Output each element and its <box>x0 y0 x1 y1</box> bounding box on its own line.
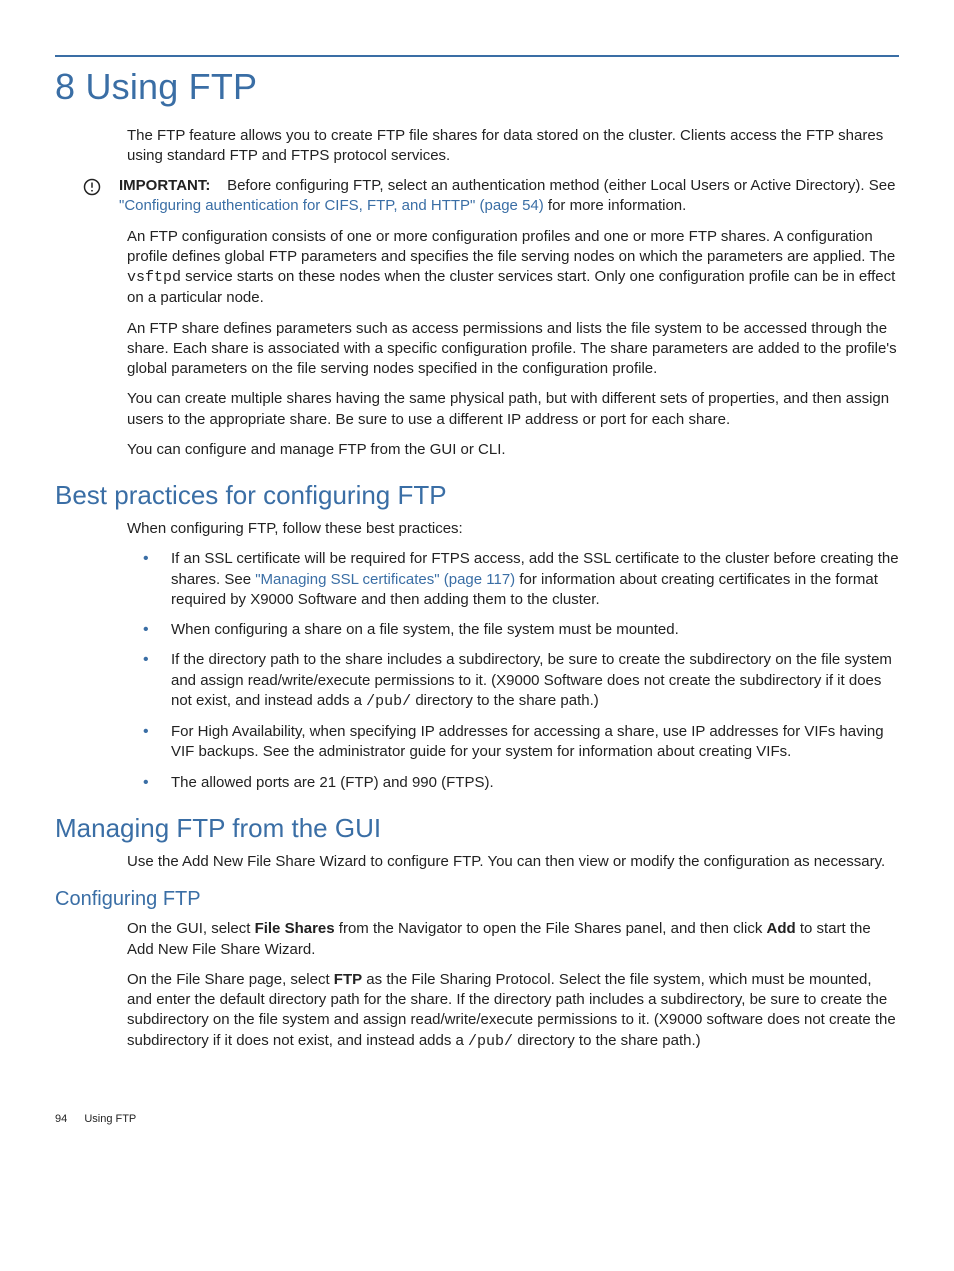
best-practices-list: If an SSL certificate will be required f… <box>55 549 899 793</box>
p2b: service starts on these nodes when the c… <box>127 268 895 306</box>
pub-dir-code: /pub/ <box>366 693 411 710</box>
list-item: When configuring a share on a file syste… <box>143 620 899 640</box>
page-number: 94 <box>55 1112 67 1127</box>
chapter-title: 8 Using FTP <box>55 63 899 112</box>
page-footer: 94 Using FTP <box>55 1112 899 1127</box>
list-item: The allowed ports are 21 (FTP) and 990 (… <box>143 773 899 793</box>
pub-dir-code-2: /pub/ <box>468 1033 513 1050</box>
best-practices-intro: When configuring FTP, follow these best … <box>127 519 899 539</box>
p2a: An FTP configuration consists of one or … <box>127 228 895 265</box>
b3b: directory to the share path.) <box>411 692 599 709</box>
paragraph-ftp-share: An FTP share defines parameters such as … <box>127 319 899 380</box>
chapter-name: Using FTP <box>85 66 257 107</box>
important-post: for more information. <box>544 197 687 214</box>
paragraph-multiple-shares: You can create multiple shares having th… <box>127 389 899 430</box>
cp1a: On the GUI, select <box>127 920 255 937</box>
list-item: If the directory path to the share inclu… <box>143 650 899 712</box>
list-item: For High Availability, when specifying I… <box>143 722 899 763</box>
configuring-p1: On the GUI, select File Shares from the … <box>127 919 899 960</box>
managing-gui-intro: Use the Add New File Share Wizard to con… <box>127 852 899 872</box>
important-admonition: IMPORTANT: Before configuring FTP, selec… <box>83 176 899 217</box>
add-bold: Add <box>767 920 796 937</box>
important-text: IMPORTANT: Before configuring FTP, selec… <box>119 176 899 217</box>
managing-gui-heading: Managing FTP from the GUI <box>55 811 899 846</box>
important-icon <box>83 178 101 202</box>
configuring-ftp-heading: Configuring FTP <box>55 886 899 913</box>
cp1b: from the Navigator to open the File Shar… <box>335 920 767 937</box>
paragraph-config-profiles: An FTP configuration consists of one or … <box>127 227 899 309</box>
important-label: IMPORTANT: <box>119 177 210 194</box>
chapter-number: 8 <box>55 66 75 107</box>
footer-title: Using FTP <box>84 1113 136 1125</box>
ftp-bold: FTP <box>334 971 362 988</box>
cp2a: On the File Share page, select <box>127 971 334 988</box>
cp2c: directory to the share path.) <box>513 1032 701 1049</box>
auth-config-link[interactable]: "Configuring authentication for CIFS, FT… <box>119 197 544 214</box>
file-shares-bold: File Shares <box>255 920 335 937</box>
intro-paragraph: The FTP feature allows you to create FTP… <box>127 126 899 167</box>
top-rule <box>55 55 899 57</box>
configuring-p2: On the File Share page, select FTP as th… <box>127 970 899 1052</box>
important-pre: Before configuring FTP, select an authen… <box>227 177 895 194</box>
ssl-cert-link[interactable]: "Managing SSL certificates" (page 117) <box>255 571 515 588</box>
vsftpd-code: vsftpd <box>127 269 181 286</box>
paragraph-gui-cli: You can configure and manage FTP from th… <box>127 440 899 460</box>
list-item: If an SSL certificate will be required f… <box>143 549 899 610</box>
best-practices-heading: Best practices for configuring FTP <box>55 478 899 513</box>
